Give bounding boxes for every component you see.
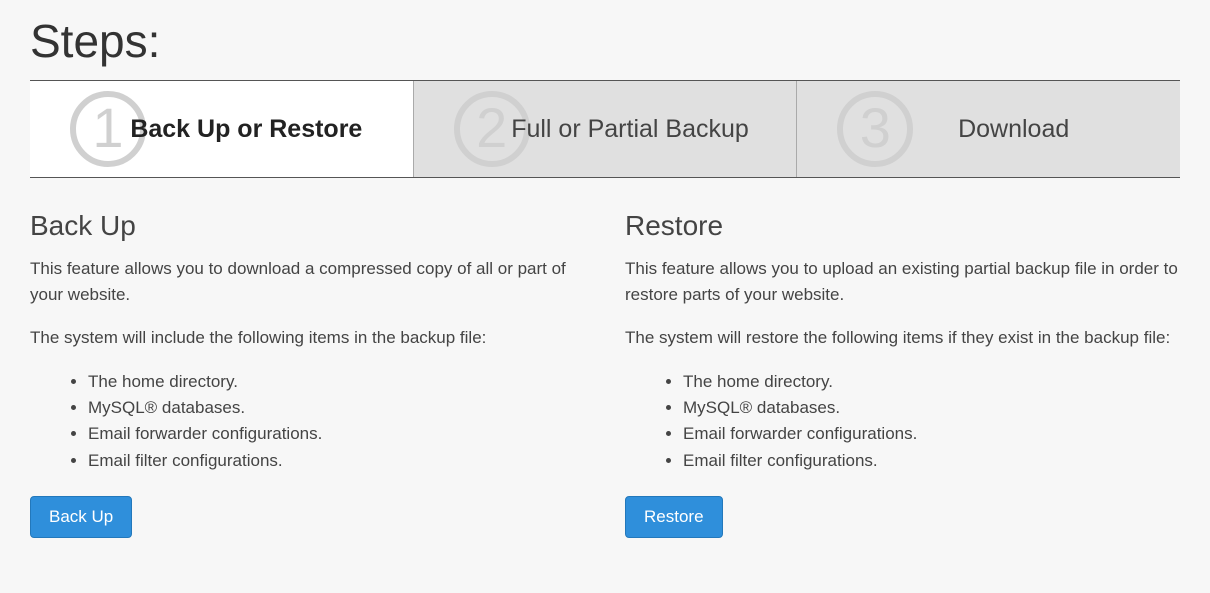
restore-list-intro: The system will restore the following it…: [625, 325, 1180, 351]
list-item: Email filter configurations.: [88, 448, 585, 474]
list-item: The home directory.: [88, 369, 585, 395]
step-tab-download[interactable]: 3 Download: [797, 81, 1180, 177]
step-tab-full-or-partial[interactable]: 2 Full or Partial Backup: [414, 81, 798, 177]
step-label: Back Up or Restore: [80, 115, 362, 144]
list-item: Email forwarder configurations.: [683, 421, 1180, 447]
restore-column: Restore This feature allows you to uploa…: [625, 210, 1180, 538]
list-item: MySQL® databases.: [88, 395, 585, 421]
step-label: Full or Partial Backup: [461, 115, 749, 144]
list-item: Email forwarder configurations.: [88, 421, 585, 447]
list-item: MySQL® databases.: [683, 395, 1180, 421]
backup-column: Back Up This feature allows you to downl…: [30, 210, 585, 538]
step-tab-backup-or-restore[interactable]: 1 Back Up or Restore: [30, 81, 414, 177]
list-item: The home directory.: [683, 369, 1180, 395]
backup-button[interactable]: Back Up: [30, 496, 132, 538]
list-item: Email filter configurations.: [683, 448, 1180, 474]
backup-items: The home directory. MySQL® databases. Em…: [30, 369, 585, 474]
restore-button[interactable]: Restore: [625, 496, 723, 538]
restore-intro: This feature allows you to upload an exi…: [625, 256, 1180, 307]
restore-heading: Restore: [625, 210, 1180, 242]
step-label: Download: [908, 115, 1069, 144]
backup-heading: Back Up: [30, 210, 585, 242]
backup-list-intro: The system will include the following it…: [30, 325, 585, 351]
page-title: Steps:: [30, 0, 1180, 81]
backup-intro: This feature allows you to download a co…: [30, 256, 585, 307]
restore-items: The home directory. MySQL® databases. Em…: [625, 369, 1180, 474]
content-columns: Back Up This feature allows you to downl…: [30, 178, 1180, 538]
step-number-icon: 3: [837, 91, 913, 167]
steps-nav: 1 Back Up or Restore 2 Full or Partial B…: [30, 81, 1180, 178]
